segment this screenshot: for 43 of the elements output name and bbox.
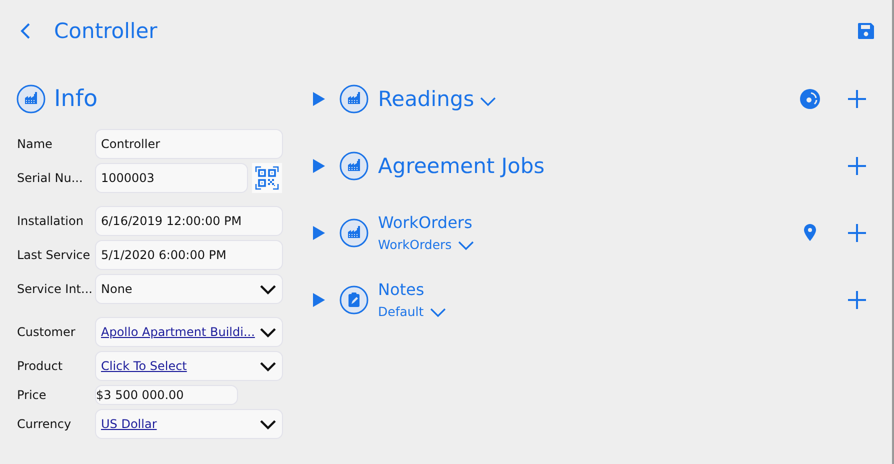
input-field[interactable]: 6/16/2019 12:00:00 PM: [95, 206, 283, 236]
price-field: $3 500 000.00: [95, 385, 238, 405]
section-title: Agreement Jobs: [378, 154, 545, 178]
field-label: Product: [17, 359, 64, 373]
save-icon[interactable]: [856, 21, 876, 41]
factory-icon: [339, 84, 369, 114]
input-field[interactable]: 1000003: [95, 163, 248, 193]
qr-code-icon[interactable]: [252, 163, 282, 193]
dropdown[interactable]: US Dollar: [95, 409, 283, 439]
field-label: Customer: [17, 325, 76, 339]
field-label: Name: [17, 137, 54, 151]
expand-triangle-icon[interactable]: [313, 226, 325, 240]
field-label: Price: [17, 388, 48, 402]
input-field[interactable]: 5/1/2020 6:00:00 PM: [95, 240, 283, 270]
add-icon[interactable]: [847, 290, 867, 310]
add-icon[interactable]: [847, 88, 867, 108]
view-selector[interactable]: WorkOrders: [378, 236, 476, 252]
field-label: Serial Nu...: [17, 171, 84, 185]
field-label: Installation: [17, 214, 84, 228]
factory-icon: [339, 218, 369, 248]
input-field[interactable]: Controller: [95, 129, 283, 159]
view-selector[interactable]: Default: [378, 303, 448, 319]
section-title: Info: [54, 86, 98, 112]
donut-chart-icon[interactable]: [799, 88, 821, 110]
expand-triangle-icon[interactable]: [313, 292, 325, 306]
add-icon[interactable]: [847, 156, 867, 176]
field-label: Last Service: [17, 248, 92, 262]
factory-icon: [16, 84, 46, 114]
back-icon[interactable]: [18, 21, 32, 41]
section-title: Notes: [378, 280, 426, 299]
field-label: Service Int...: [17, 282, 94, 296]
dropdown[interactable]: None: [95, 274, 283, 304]
add-icon[interactable]: [847, 222, 867, 242]
page-title: Controller: [54, 19, 158, 43]
section-title[interactable]: Readings: [378, 86, 498, 110]
expand-triangle-icon[interactable]: [313, 92, 325, 106]
field-label: Currency: [17, 417, 72, 431]
expand-triangle-icon[interactable]: [313, 158, 325, 172]
dropdown[interactable]: Apollo Apartment Buildi...: [95, 317, 283, 347]
section-title: WorkOrders: [378, 213, 474, 232]
clipboard-icon: [339, 284, 369, 314]
factory-icon: [339, 150, 369, 180]
dropdown[interactable]: Click To Select: [95, 351, 283, 381]
